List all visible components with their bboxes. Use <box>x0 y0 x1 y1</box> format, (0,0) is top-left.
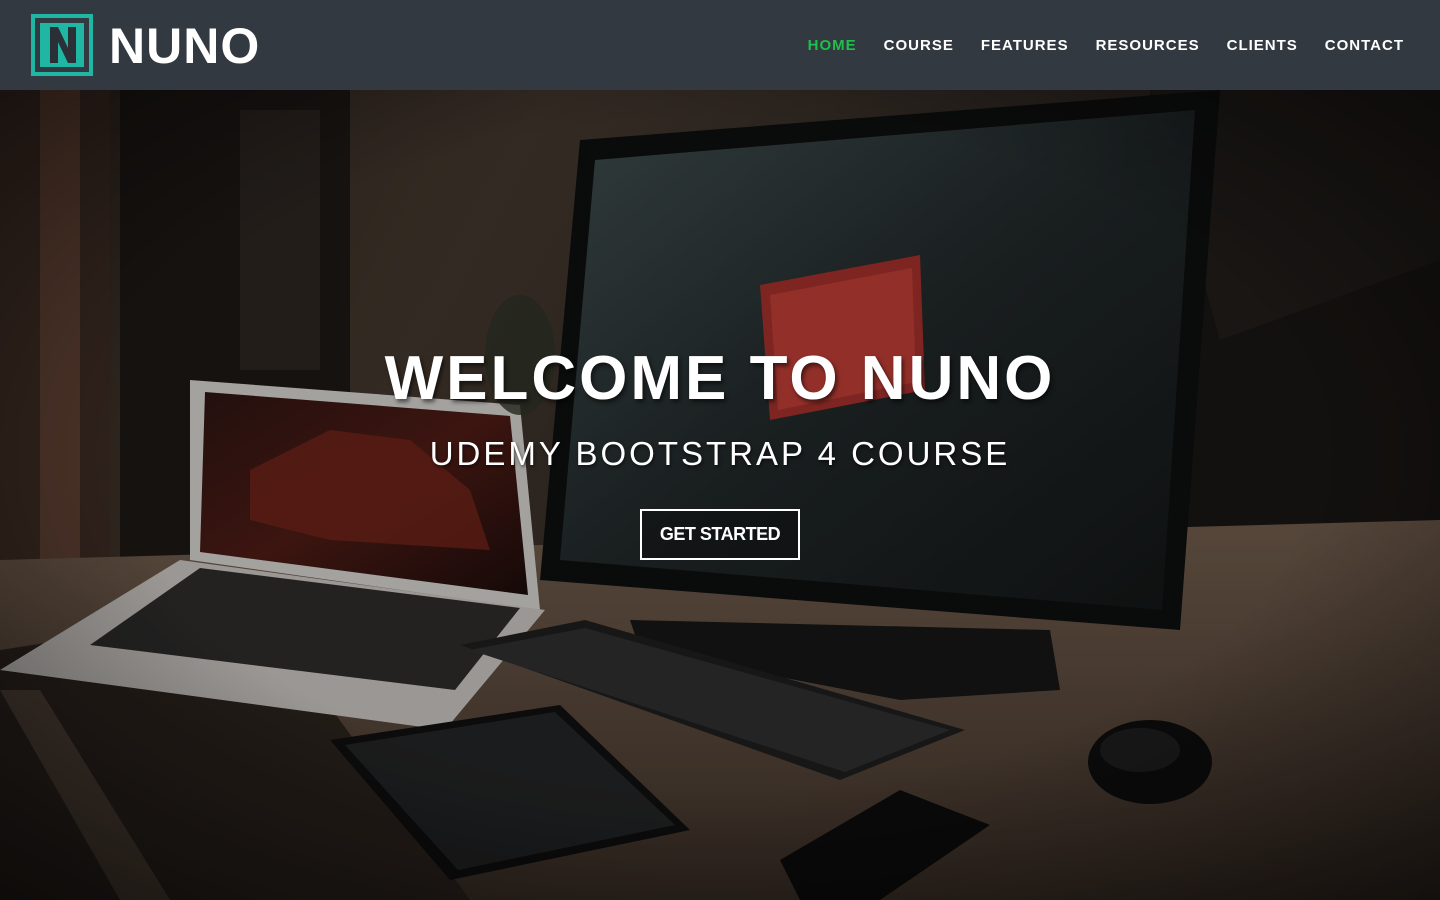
nav-item-features: FEATURES <box>981 31 1069 60</box>
nav-link-contact[interactable]: CONTACT <box>1325 31 1404 60</box>
brand-logo-icon <box>31 14 93 76</box>
nav-link-home[interactable]: HOME <box>808 31 857 60</box>
brand-name: NUNO <box>109 18 261 74</box>
nav-item-course: COURSE <box>884 31 954 60</box>
nav-item-contact: CONTACT <box>1325 31 1404 60</box>
nav-item-home: HOME <box>808 31 857 60</box>
brand-logo-link[interactable]: NUNO <box>31 14 260 76</box>
main-nav: HOME COURSE FEATURES RESOURCES CLIENTS C… <box>781 31 1404 60</box>
nav-link-resources[interactable]: RESOURCES <box>1096 31 1200 60</box>
nav-link-features[interactable]: FEATURES <box>981 31 1069 60</box>
nav-link-clients[interactable]: CLIENTS <box>1227 31 1298 60</box>
hero-section: WELCOME TO NUNO UDEMY BOOTSTRAP 4 COURSE… <box>0 90 1440 900</box>
get-started-button[interactable]: GET STARTED <box>640 508 800 560</box>
hero-subtitle: UDEMY BOOTSTRAP 4 COURSE <box>429 435 1011 473</box>
nav-item-clients: CLIENTS <box>1227 31 1298 60</box>
hero-content: WELCOME TO NUNO UDEMY BOOTSTRAP 4 COURSE… <box>0 343 1440 560</box>
nav-link-course[interactable]: COURSE <box>884 31 954 60</box>
hero-title: WELCOME TO NUNO <box>384 344 1056 413</box>
top-navbar: NUNO HOME COURSE FEATURES RESOURCES CLIE… <box>0 0 1440 90</box>
nav-item-resources: RESOURCES <box>1096 31 1200 60</box>
